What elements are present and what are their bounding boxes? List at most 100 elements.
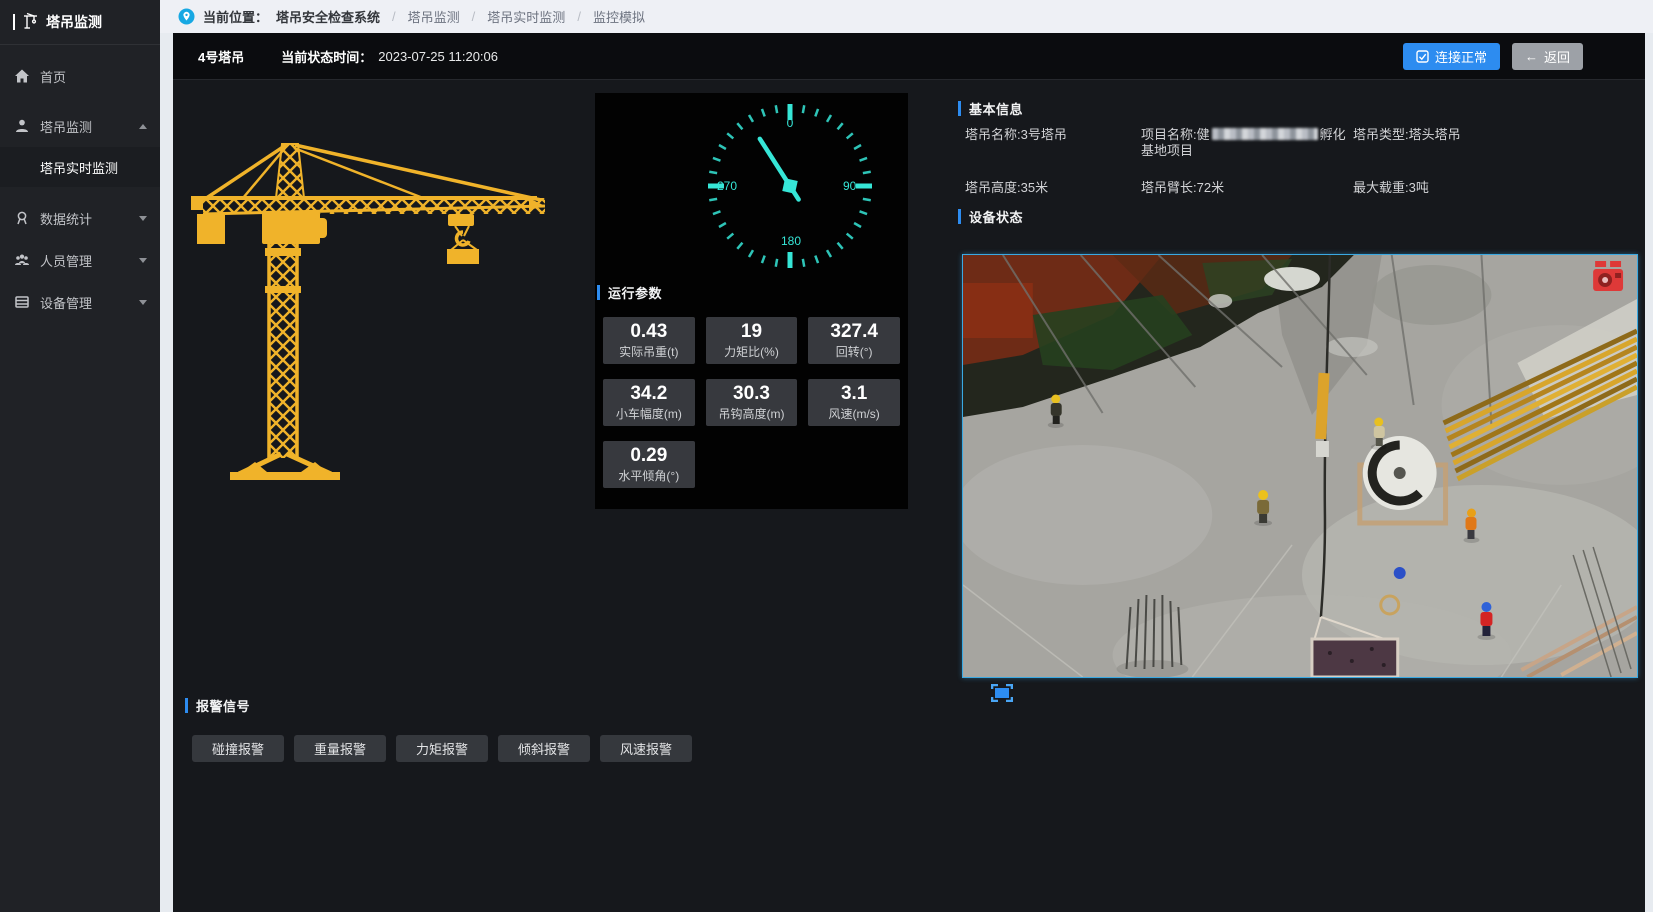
sidebar-item-crane-monitor[interactable]: 塔吊监测 <box>0 105 160 147</box>
wind-alarm-button[interactable]: 风速报警 <box>600 735 692 762</box>
device-icon <box>14 294 30 310</box>
tilt-alarm-button[interactable]: 倾斜报警 <box>498 735 590 762</box>
main-panel: 4号塔吊 当前状态时间： 2023-07-25 11:20:06 连接正常 ← … <box>173 33 1645 912</box>
arrow-left-icon: ← <box>1525 49 1538 64</box>
sidebar-subitem-label: 塔吊实时监测 <box>40 158 118 177</box>
alarm-buttons: 碰撞报警 重量报警 力矩报警 倾斜报警 风速报警 <box>192 735 692 762</box>
breadcrumb-item[interactable]: 塔吊实时监测 <box>487 7 565 26</box>
breadcrumb-item[interactable]: 监控模拟 <box>593 7 645 26</box>
chevron-down-icon <box>139 258 147 263</box>
sidebar: 塔吊监测 首页 塔吊监测 塔吊实时监测 <box>0 0 160 912</box>
back-button[interactable]: ← 返回 <box>1512 43 1583 70</box>
section-title-text: 设备状态 <box>969 207 1023 226</box>
param-value: 3.1 <box>841 383 867 404</box>
home-icon <box>14 68 30 84</box>
info-crane-type: 塔吊类型:塔头塔吊 <box>1353 127 1633 159</box>
param-label: 力矩比(%) <box>724 343 779 360</box>
breadcrumb-item[interactable]: 塔吊监测 <box>408 7 460 26</box>
param-label: 实际吊重(t) <box>619 343 678 360</box>
section-accent-bar <box>597 285 600 300</box>
param-card-rotation: 327.4 回转(°) <box>808 317 900 364</box>
param-card-tilt-angle: 0.29 水平倾角(°) <box>603 441 695 488</box>
app-title: 塔吊监测 <box>46 12 102 32</box>
moment-alarm-button[interactable]: 力矩报警 <box>396 735 488 762</box>
chevron-down-icon <box>139 216 147 221</box>
param-label: 吊钩高度(m) <box>718 405 784 422</box>
info-crane-name: 塔吊名称:3号塔吊 <box>965 127 1141 159</box>
sidebar-item-label: 数据统计 <box>40 209 92 228</box>
param-card-lift-weight: 0.43 实际吊重(t) <box>603 317 695 364</box>
basic-info-grid: 塔吊名称:3号塔吊 项目名称:健孵化基地项目 塔吊类型:塔头塔吊 塔吊高度:35… <box>965 127 1633 196</box>
gauge-needle <box>752 134 806 205</box>
info-crane-height: 塔吊高度:35米 <box>965 180 1141 196</box>
status-time-label: 当前状态时间： <box>281 47 372 66</box>
panel-header: 4号塔吊 当前状态时间： 2023-07-25 11:20:06 连接正常 ← … <box>173 33 1645 80</box>
param-value: 0.43 <box>630 321 667 342</box>
team-icon <box>14 252 30 268</box>
section-accent-bar <box>958 209 961 224</box>
fullscreen-icon[interactable] <box>991 684 1013 702</box>
sidebar-item-label: 设备管理 <box>40 293 92 312</box>
section-title-text: 报警信号 <box>196 696 250 715</box>
param-value: 19 <box>741 321 762 342</box>
rotation-gauge: 0 90 180 270 <box>595 93 908 293</box>
breadcrumb-bar: 当前位置： 塔吊安全检查系统 / 塔吊监测 / 塔吊实时监测 / 监控模拟 <box>160 0 1653 33</box>
user-icon <box>14 118 30 134</box>
section-title-text: 基本信息 <box>969 99 1023 118</box>
section-title-text: 运行参数 <box>608 283 662 302</box>
gauge-label-90: 90 <box>843 179 856 193</box>
redacted-text <box>1212 128 1318 140</box>
param-card-wind-speed: 3.1 风速(m/s) <box>808 379 900 426</box>
param-value: 327.4 <box>830 321 878 342</box>
param-label: 回转(°) <box>836 343 873 360</box>
crane-name: 4号塔吊 <box>198 47 244 66</box>
location-pin-icon <box>178 8 195 25</box>
breadcrumb-separator: / <box>577 9 581 24</box>
basic-info-section-title: 基本信息 <box>958 99 1023 118</box>
sidebar-item-equipment[interactable]: 设备管理 <box>0 281 160 323</box>
params-section-title: 运行参数 <box>597 283 662 302</box>
chevron-up-icon <box>139 124 147 129</box>
breadcrumb-prefix: 当前位置： <box>203 7 268 26</box>
weight-alarm-button[interactable]: 重量报警 <box>294 735 386 762</box>
params-cards: 0.43 实际吊重(t) 19 力矩比(%) 327.4 回转(°) 34.2 … <box>603 317 900 488</box>
param-card-moment-ratio: 19 力矩比(%) <box>706 317 798 364</box>
param-label: 水平倾角(°) <box>618 467 679 484</box>
logo-bar <box>13 14 15 30</box>
gauge-panel: 0 90 180 270 运行参数 0.43 实际吊重(t) 19 力矩比(%) <box>595 93 908 509</box>
alarms-section-title: 报警信号 <box>185 696 250 715</box>
sidebar-item-home[interactable]: 首页 <box>0 55 160 97</box>
status-time-value: 2023-07-25 11:20:06 <box>378 49 498 64</box>
tower-crane-illustration <box>185 136 545 496</box>
param-label: 风速(m/s) <box>828 405 879 422</box>
breadcrumb-root[interactable]: 塔吊安全检查系统 <box>276 7 380 26</box>
connect-status-button[interactable]: 连接正常 <box>1403 43 1500 70</box>
param-label: 小车幅度(m) <box>616 405 682 422</box>
connect-status-label: 连接正常 <box>1435 47 1487 66</box>
param-card-hook-height: 30.3 吊钩高度(m) <box>706 379 798 426</box>
panel-content: 0 90 180 270 运行参数 0.43 实际吊重(t) 19 力矩比(%) <box>173 80 1645 912</box>
gauge-label-270: 270 <box>717 179 737 193</box>
breadcrumb-separator: / <box>472 9 476 24</box>
gauge-label-180: 180 <box>778 234 804 248</box>
sidebar-item-crane-realtime[interactable]: 塔吊实时监测 <box>0 147 160 187</box>
info-arm-length: 塔吊臂长:72米 <box>1141 180 1353 196</box>
crane-logo-icon <box>22 12 39 32</box>
sidebar-item-label: 首页 <box>40 67 66 86</box>
param-card-trolley-range: 34.2 小车幅度(m) <box>603 379 695 426</box>
device-status-section-title: 设备状态 <box>958 207 1023 226</box>
camera-video-feed <box>962 254 1638 678</box>
param-value: 34.2 <box>630 383 667 404</box>
project-name-prefix: 项目名称:健 <box>1141 127 1210 142</box>
sidebar-menu: 首页 塔吊监测 塔吊实时监测 数据统计 <box>0 45 160 323</box>
sidebar-item-personnel[interactable]: 人员管理 <box>0 239 160 281</box>
back-label: 返回 <box>1544 47 1570 66</box>
sidebar-item-label: 塔吊监测 <box>40 117 92 136</box>
sidebar-item-data-stats[interactable]: 数据统计 <box>0 197 160 239</box>
app-logo: 塔吊监测 <box>0 0 160 45</box>
check-square-icon <box>1416 50 1429 63</box>
collision-alarm-button[interactable]: 碰撞报警 <box>192 735 284 762</box>
param-value: 0.29 <box>630 445 667 466</box>
sidebar-item-label: 人员管理 <box>40 251 92 270</box>
param-value: 30.3 <box>733 383 770 404</box>
